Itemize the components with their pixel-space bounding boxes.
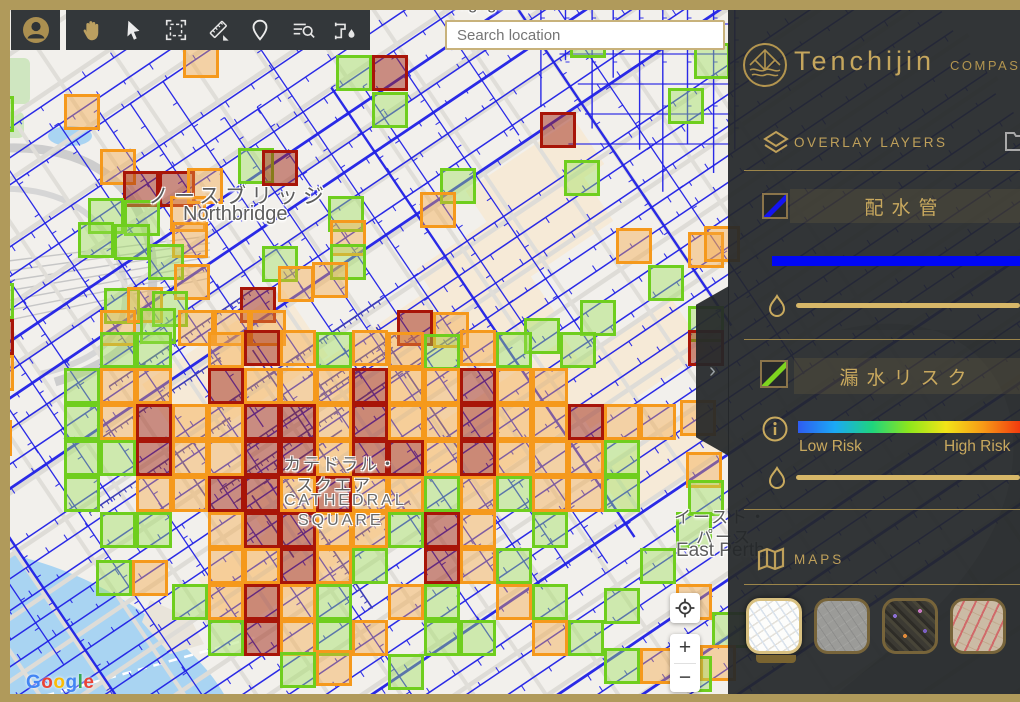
chevron-right-icon: › (709, 360, 716, 383)
select-cursor-button[interactable] (114, 12, 152, 48)
area-select-icon (163, 17, 189, 43)
divider (744, 170, 1020, 171)
brand-name: Tenchijin (794, 46, 935, 77)
ruler-icon (205, 17, 231, 43)
google-letter: e (83, 672, 94, 693)
search-input[interactable] (445, 20, 725, 50)
target-icon (674, 597, 696, 619)
basemap-thumb-traffic[interactable] (950, 598, 1006, 654)
info-icon[interactable] (761, 415, 789, 443)
basemap-thumb-satellite[interactable] (882, 598, 938, 654)
pipe-tool-button[interactable] (326, 12, 364, 48)
overlay-layers-title: OVERLAY LAYERS (794, 135, 948, 150)
account-button[interactable] (11, 10, 60, 50)
measure-ruler-button[interactable] (199, 12, 237, 48)
pipes-layer-bar[interactable]: 配水管 (790, 189, 1020, 223)
map-toolbar (66, 10, 370, 50)
droplet-icon (766, 465, 788, 492)
pipes-color-legend (772, 256, 1020, 266)
risk-gradient-legend (798, 421, 1020, 433)
search-list-icon (290, 17, 316, 43)
label-cathedral-en2: SQUARE (298, 512, 384, 530)
basemap-thumb-grayscale[interactable] (814, 598, 870, 654)
tenchijin-logo-icon (742, 42, 788, 88)
pipes-layer-checkbox[interactable] (762, 193, 788, 219)
maps-icon (756, 546, 786, 572)
low-risk-label: Low Risk (799, 438, 862, 456)
risk-opacity-slider[interactable] (796, 475, 1020, 480)
divider (744, 584, 1020, 585)
high-risk-label: High Risk (944, 438, 1010, 456)
pipe-icon (332, 17, 358, 43)
place-pin-button[interactable] (241, 12, 279, 48)
risk-layer-bar[interactable]: 漏水リスク (794, 358, 1020, 394)
my-location-button[interactable] (670, 593, 700, 623)
app-window: Highgate ノースブリッジ Northbridge カテドラル・ スクエア… (0, 0, 1020, 702)
brand-suffix: COMPASS (950, 58, 1020, 73)
basemap-thumb-default[interactable] (746, 598, 802, 654)
zoom-control: + − (670, 634, 700, 692)
risk-layer-checkbox[interactable] (760, 360, 788, 388)
pan-hand-button[interactable] (72, 12, 110, 48)
frame-top (0, 0, 1020, 10)
divider (744, 509, 1020, 510)
pipes-opacity-slider[interactable] (796, 303, 1020, 308)
google-letter: G (26, 672, 41, 693)
selected-map-indicator (756, 655, 796, 663)
frame-bottom (0, 694, 1020, 702)
maps-title: MAPS (794, 552, 844, 567)
avatar-icon (21, 15, 51, 45)
search-list-button[interactable] (284, 12, 322, 48)
hand-icon (78, 17, 104, 43)
folder-icon[interactable] (1004, 128, 1020, 152)
zoom-in-button[interactable]: + (670, 634, 700, 663)
label-cathedral-en1: CATHEDRAL (284, 492, 407, 510)
panel-collapse-tab[interactable]: › (696, 286, 729, 456)
cursor-icon (120, 17, 146, 43)
area-select-button[interactable] (157, 12, 195, 48)
zoom-out-button[interactable]: − (670, 664, 700, 693)
pipes-swatch-stripe (763, 193, 788, 219)
layers-icon (762, 130, 790, 156)
droplet-icon (766, 293, 788, 320)
google-letter: o (41, 672, 53, 693)
divider (744, 339, 1020, 340)
google-letter: o (53, 672, 65, 693)
layers-panel: Tenchijin COMPASS OVERLAY LAYERS 配水管 漏水リ… (728, 10, 1020, 694)
google-logo[interactable]: Google (26, 672, 94, 694)
label-northbridge-en: Northbridge (183, 203, 288, 226)
risk-swatch-stripe (762, 360, 788, 388)
frame-left (0, 0, 10, 702)
google-letter: g (66, 672, 78, 693)
pin-icon (247, 17, 273, 43)
